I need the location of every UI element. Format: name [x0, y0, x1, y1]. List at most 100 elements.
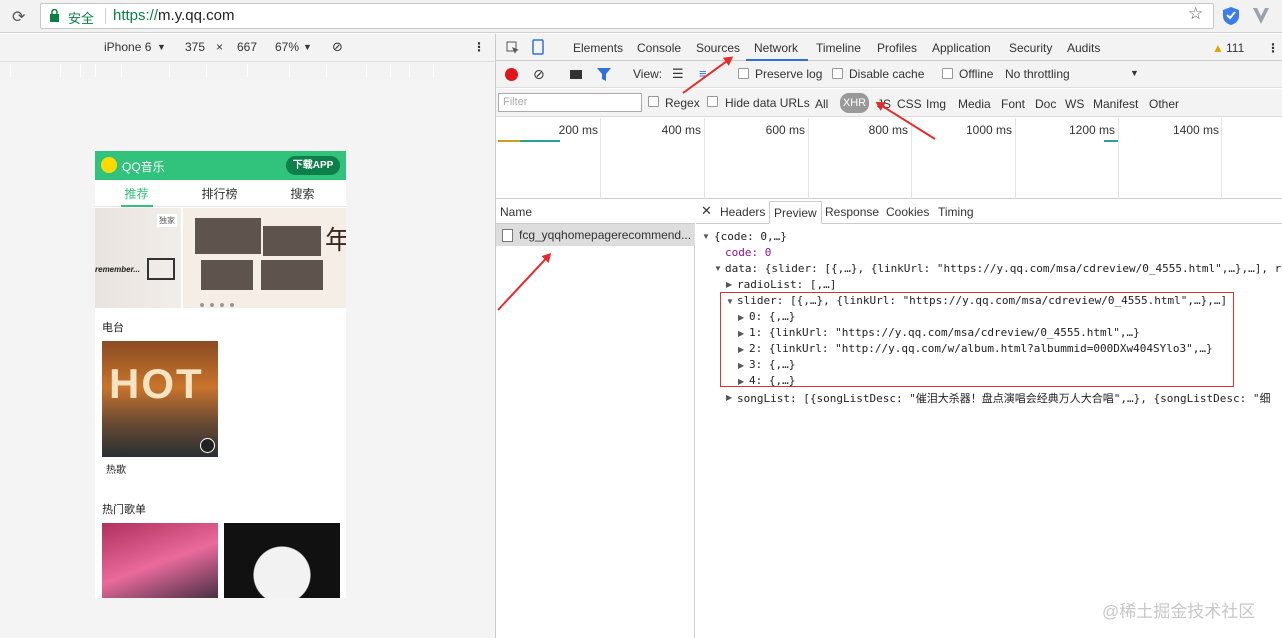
collapse-triangle-icon[interactable]: ▶	[738, 313, 744, 322]
disable-cache-checkbox[interactable]	[832, 68, 843, 79]
offline-label: Offline	[959, 67, 994, 81]
tab-audits[interactable]: Audits	[1067, 41, 1100, 55]
omnibox[interactable]: 安全 https://m.y.qq.com	[40, 3, 1214, 29]
banner-photo	[195, 218, 261, 254]
expand-triangle-icon[interactable]: ▼	[726, 297, 734, 306]
request-list-header[interactable]: Name	[496, 199, 695, 224]
list-view-icon[interactable]: ☰	[672, 66, 684, 82]
timeline-tick: 1000 ms	[965, 123, 1012, 137]
type-filter-font[interactable]: Font	[1001, 97, 1025, 111]
json-slider-item[interactable]: 1: {linkUrl: "https://y.qq.com/msa/cdrev…	[749, 326, 1140, 339]
json-data[interactable]: data: {slider: [{,…}, {linkUrl: "https:/…	[725, 262, 1282, 275]
device-height[interactable]: 667	[237, 40, 257, 54]
collapse-triangle-icon[interactable]: ▶	[738, 345, 744, 354]
playlist-section-title: 热门歌单	[102, 504, 146, 516]
tab-timeline[interactable]: Timeline	[816, 41, 861, 55]
tab-search[interactable]: 搜索	[261, 185, 344, 202]
collapse-triangle-icon[interactable]: ▶	[726, 280, 732, 289]
type-filter-ws[interactable]: WS	[1065, 97, 1084, 111]
capture-screenshots-icon[interactable]	[570, 70, 582, 79]
tab-console[interactable]: Console	[637, 41, 681, 55]
lock-icon	[50, 9, 59, 22]
type-filter-css[interactable]: CSS	[897, 97, 922, 111]
download-app-button[interactable]: 下载APP	[286, 156, 340, 175]
json-slider-item[interactable]: 3: {,…}	[749, 358, 795, 371]
request-row[interactable]: fcg_yqqhomepagerecommend...	[496, 224, 695, 246]
request-list: Name fcg_yqqhomepagerecommend...	[496, 199, 695, 638]
tab-elements[interactable]: Elements	[573, 41, 623, 55]
filter-input[interactable]: Filter	[498, 93, 642, 112]
collapse-triangle-icon[interactable]: ▶	[738, 329, 744, 338]
play-icon[interactable]	[200, 438, 215, 453]
type-filter-manifest[interactable]: Manifest	[1093, 97, 1138, 111]
regex-checkbox[interactable]	[648, 96, 659, 107]
tab-cookies[interactable]: Cookies	[886, 205, 929, 219]
chevron-down-icon[interactable]: ▼	[1130, 68, 1139, 78]
collapse-triangle-icon[interactable]: ▶	[738, 361, 744, 370]
tab-headers[interactable]: Headers	[720, 205, 765, 219]
json-slider-item[interactable]: 4: {,…}	[749, 374, 795, 387]
banner-slide-main[interactable]: 年	[183, 208, 346, 308]
json-slider[interactable]: slider: [{,…}, {linkUrl: "https://y.qq.c…	[737, 294, 1227, 307]
close-icon[interactable]: ✕	[701, 203, 712, 219]
type-filter-doc[interactable]: Doc	[1035, 97, 1056, 111]
warning-count[interactable]: 111	[1226, 41, 1244, 55]
playlist-cover[interactable]	[224, 523, 340, 598]
more-options-icon[interactable]: ⋮	[473, 40, 485, 54]
tab-network[interactable]: Network	[754, 41, 798, 55]
reload-icon[interactable]: ⟳	[12, 7, 25, 27]
offline-checkbox[interactable]	[942, 68, 953, 79]
json-songlist[interactable]: songList: [{songListDesc: "催泪大杀器！盘点演唱会经典…	[737, 390, 1282, 406]
timeline-tick: 1200 ms	[1068, 123, 1115, 137]
tab-preview[interactable]: Preview	[769, 201, 822, 224]
device-width[interactable]: 375	[185, 40, 205, 54]
json-radiolist[interactable]: radioList: [,…]	[737, 278, 836, 291]
clear-icon[interactable]: ⊘	[533, 66, 545, 83]
banner-caption: remember...	[95, 265, 140, 274]
hide-data-urls-checkbox[interactable]	[707, 96, 718, 107]
device-toolbar: iPhone 6 ▼ 375 × 667 67% ▼ ⊘ ⋮	[0, 34, 495, 62]
vue-extension-icon[interactable]	[1253, 7, 1269, 25]
devtools-menu-icon[interactable]: ⋮	[1267, 41, 1279, 55]
tab-charts[interactable]: 排行榜	[178, 185, 261, 202]
tab-sources[interactable]: Sources	[696, 41, 740, 55]
type-filter-xhr[interactable]: XHR	[840, 93, 869, 113]
json-slider-item[interactable]: 2: {linkUrl: "http://y.qq.com/w/album.ht…	[749, 342, 1213, 355]
type-filter-all[interactable]: All	[815, 97, 828, 111]
hot-text: HOT	[109, 360, 204, 407]
json-slider-item[interactable]: 0: {,…}	[749, 310, 795, 323]
timeline-overview[interactable]: 200 ms 400 ms 600 ms 800 ms 1000 ms 1200…	[496, 118, 1282, 199]
tab-security[interactable]: Security	[1009, 41, 1052, 55]
device-select[interactable]: iPhone 6	[104, 40, 151, 54]
warning-icon[interactable]: ▲	[1212, 41, 1224, 55]
tab-application[interactable]: Application	[932, 41, 991, 55]
rotate-icon[interactable]: ⊘	[332, 39, 343, 55]
banner-slide-left[interactable]: 独家 remember...	[95, 208, 181, 308]
type-filter-media[interactable]: Media	[958, 97, 991, 111]
shield-extension-icon[interactable]	[1222, 6, 1240, 26]
throttling-select[interactable]: No throttling	[1005, 67, 1070, 81]
type-filter-img[interactable]: Img	[926, 97, 946, 111]
chevron-down-icon[interactable]: ▼	[303, 42, 312, 52]
inspect-element-icon[interactable]	[506, 41, 520, 55]
bookmark-star-icon[interactable]: ☆	[1188, 4, 1203, 24]
expand-triangle-icon[interactable]: ▼	[702, 232, 710, 241]
tab-recommend[interactable]: 推荐	[95, 185, 178, 202]
chevron-down-icon[interactable]: ▼	[157, 42, 166, 52]
tab-response[interactable]: Response	[825, 205, 879, 219]
collapse-triangle-icon[interactable]: ▶	[726, 393, 732, 402]
expand-triangle-icon[interactable]: ▼	[714, 264, 722, 273]
device-mode-icon[interactable]	[532, 39, 544, 55]
collapse-triangle-icon[interactable]: ▶	[738, 377, 744, 386]
playlist-cover[interactable]	[102, 523, 218, 598]
tab-profiles[interactable]: Profiles	[877, 41, 917, 55]
zoom-select[interactable]: 67%	[275, 40, 299, 54]
tab-timing[interactable]: Timing	[938, 205, 974, 219]
preserve-log-checkbox[interactable]	[738, 68, 749, 79]
record-icon[interactable]	[505, 68, 518, 81]
type-filter-other[interactable]: Other	[1149, 97, 1179, 111]
json-root[interactable]: {code: 0,…}	[714, 230, 787, 243]
url-text[interactable]: https://m.y.qq.com	[113, 7, 234, 24]
filter-icon[interactable]	[597, 68, 611, 81]
banner-photo	[261, 260, 323, 290]
